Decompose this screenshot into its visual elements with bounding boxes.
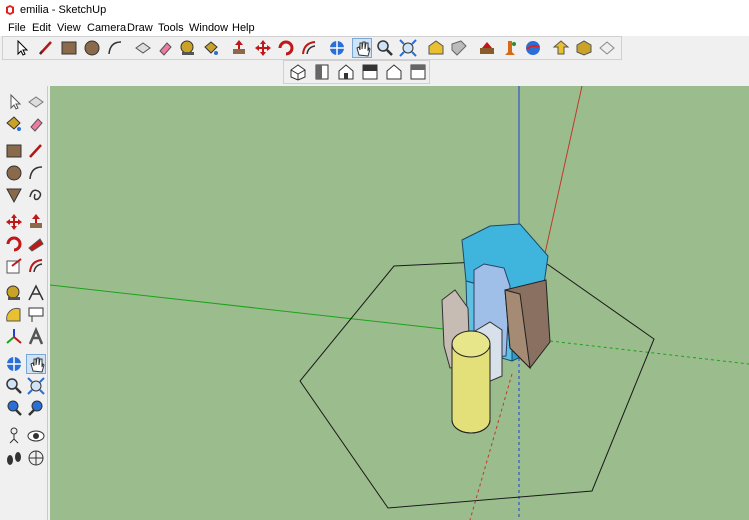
text-tool-icon[interactable] (26, 305, 46, 325)
orbit-icon[interactable] (327, 38, 347, 58)
window-title: emilia - SketchUp (20, 4, 107, 16)
tape-measure-icon[interactable] (4, 283, 24, 303)
circle-icon[interactable] (4, 163, 24, 183)
move-icon[interactable] (253, 38, 273, 58)
protractor-icon[interactable] (4, 305, 24, 325)
look-around-icon[interactable] (26, 426, 46, 446)
eraser-icon[interactable] (155, 38, 175, 58)
menu-help[interactable]: Help (232, 22, 255, 34)
eraser-icon[interactable] (26, 114, 46, 134)
main-toolbar (2, 36, 622, 60)
sketchup-logo-icon (6, 5, 14, 15)
model-viewport[interactable] (50, 86, 749, 520)
zoom-icon[interactable] (4, 376, 24, 396)
offset-icon[interactable] (299, 38, 319, 58)
make-component-icon[interactable] (26, 92, 46, 112)
menu-view[interactable]: View (57, 22, 81, 34)
warehouse-icon[interactable] (426, 38, 446, 58)
section-plane-icon[interactable] (26, 448, 46, 468)
menu-window[interactable]: Window (189, 22, 228, 34)
rectangle-icon[interactable] (59, 38, 79, 58)
position-camera-icon[interactable] (4, 426, 24, 446)
menu-edit[interactable]: Edit (32, 22, 51, 34)
cylinder-top (451, 330, 491, 358)
push-pull-icon[interactable] (26, 212, 46, 232)
views-toolbar (283, 60, 430, 84)
back-view-icon[interactable] (384, 62, 404, 82)
pan-icon[interactable] (26, 354, 46, 374)
select-icon[interactable] (11, 38, 31, 58)
right-view-icon[interactable] (360, 62, 380, 82)
menu-file[interactable]: File (8, 22, 26, 34)
walk-icon[interactable] (4, 448, 24, 468)
select-icon[interactable] (4, 92, 24, 112)
menu-bar: File Edit View Camera Draw Tools Window … (0, 20, 749, 36)
layer-icon[interactable] (477, 38, 497, 58)
title-bar: emilia - SketchUp (0, 0, 749, 20)
axes-icon[interactable] (4, 327, 24, 347)
dimension-icon[interactable] (26, 283, 46, 303)
previous-view-icon[interactable] (4, 398, 24, 418)
section-icon[interactable] (597, 38, 617, 58)
tape-measure-icon[interactable] (178, 38, 198, 58)
3d-text-icon[interactable] (26, 327, 46, 347)
zoom-icon[interactable] (375, 38, 395, 58)
follow-me-icon[interactable] (26, 234, 46, 254)
rotate-icon[interactable] (276, 38, 296, 58)
zoom-extents-icon[interactable] (398, 38, 418, 58)
push-pull-icon[interactable] (229, 38, 249, 58)
top-view-icon[interactable] (312, 62, 332, 82)
location-icon[interactable] (500, 38, 520, 58)
line-icon[interactable] (26, 141, 46, 161)
rotate-icon[interactable] (4, 234, 24, 254)
red-axis (539, 86, 583, 277)
line-icon[interactable] (36, 38, 56, 58)
offset-icon[interactable] (26, 256, 46, 276)
rectangle-icon[interactable] (4, 141, 24, 161)
large-toolset (2, 86, 48, 520)
menu-draw[interactable]: Draw (127, 22, 153, 34)
orbit-icon[interactable] (4, 354, 24, 374)
green-axis-negative (549, 340, 749, 365)
component-icon[interactable] (574, 38, 594, 58)
iso-view-icon[interactable] (288, 62, 308, 82)
arc-icon[interactable] (26, 163, 46, 183)
front-view-icon[interactable] (336, 62, 356, 82)
arc-icon[interactable] (105, 38, 125, 58)
green-axis (50, 284, 471, 333)
left-view-icon[interactable] (408, 62, 428, 82)
next-view-icon[interactable] (26, 398, 46, 418)
scale-icon[interactable] (4, 256, 24, 276)
paint-bucket-icon[interactable] (201, 38, 221, 58)
menu-tools[interactable]: Tools (158, 22, 184, 34)
paint-bucket-icon[interactable] (4, 114, 24, 134)
menu-camera[interactable]: Camera (87, 22, 126, 34)
make-component-icon[interactable] (133, 38, 153, 58)
upload-icon[interactable] (551, 38, 571, 58)
freehand-icon[interactable] (26, 185, 46, 205)
zoom-window-icon[interactable] (26, 376, 46, 396)
pan-icon[interactable] (352, 38, 372, 58)
polygon-icon[interactable] (4, 185, 24, 205)
model-scene (50, 86, 749, 520)
move-icon[interactable] (4, 212, 24, 232)
extension-icon[interactable] (449, 38, 469, 58)
circle-icon[interactable] (82, 38, 102, 58)
geo-icon[interactable] (523, 38, 543, 58)
